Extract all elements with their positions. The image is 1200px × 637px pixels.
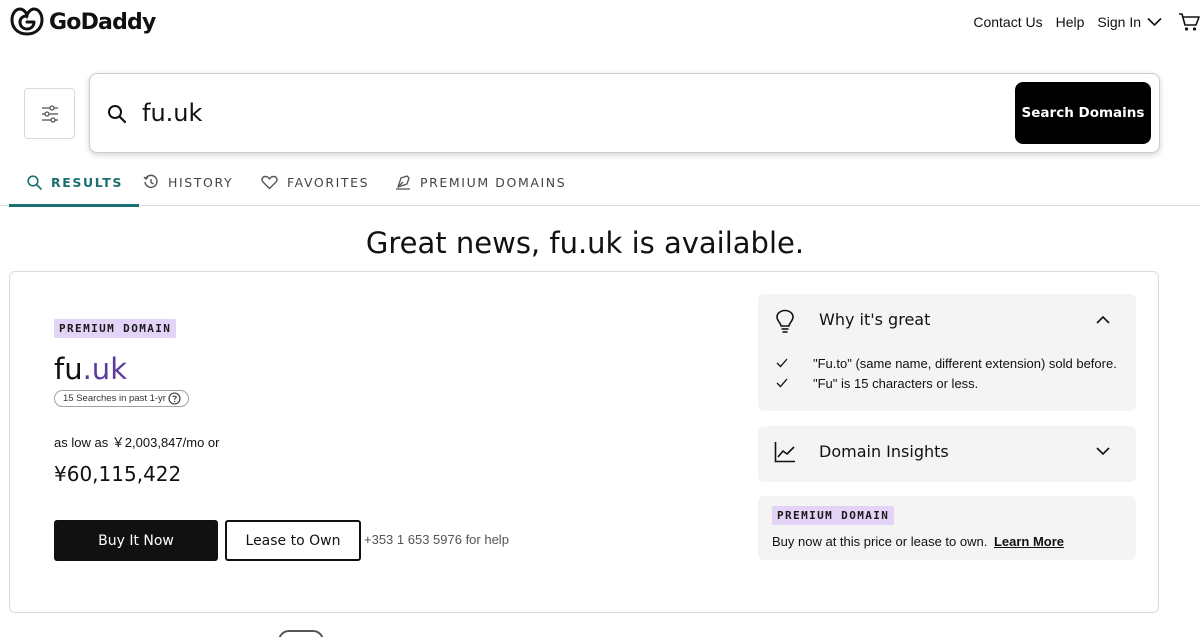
chevron-down-icon[interactable] bbox=[1096, 447, 1110, 456]
buy-it-now-button[interactable]: Buy It Now bbox=[54, 520, 218, 561]
domain-sld: fu bbox=[54, 352, 83, 386]
why-its-great-title: Why it's great bbox=[819, 310, 931, 329]
reason-text: "Fu" is 15 characters or less. bbox=[813, 376, 979, 391]
chevron-up-icon[interactable] bbox=[1096, 315, 1110, 324]
search-icon bbox=[27, 174, 42, 190]
domain-tld: .uk bbox=[82, 352, 127, 386]
toggle-switch[interactable] bbox=[278, 630, 324, 637]
heart-icon bbox=[261, 175, 278, 189]
sign-in-menu[interactable]: Sign In bbox=[1097, 14, 1162, 30]
premium-pen-icon bbox=[396, 175, 410, 190]
premium-domain-badge: PREMIUM DOMAIN bbox=[54, 319, 177, 338]
domain-search-box: Search Domains bbox=[89, 73, 1160, 153]
brand-name: GoDaddy bbox=[49, 9, 156, 35]
search-count-text: 15 Searches in past 1-yr bbox=[63, 393, 166, 404]
help-link[interactable]: Help bbox=[1056, 14, 1085, 30]
sliders-icon bbox=[41, 104, 58, 123]
premium-info-copy: Buy now at this price or lease to own. bbox=[772, 534, 988, 549]
domain-price: ¥60,115,422 bbox=[54, 462, 182, 486]
godaddy-logo[interactable]: GoDaddy bbox=[10, 6, 156, 38]
reason-item: "Fu" is 15 characters or less. bbox=[776, 376, 978, 391]
checkmark-icon bbox=[776, 376, 796, 391]
filter-button[interactable] bbox=[24, 88, 75, 139]
availability-headline: Great news, fu.uk is available. bbox=[365, 226, 805, 260]
help-phone-text: +353 1 653 5976 for help bbox=[364, 532, 509, 547]
tab-results[interactable]: RESULTS bbox=[9, 158, 139, 207]
domain-result-card: PREMIUM DOMAIN fu.uk 15 Searches in past… bbox=[9, 271, 1159, 613]
tab-history[interactable]: HISTORY bbox=[143, 158, 233, 206]
tab-results-label: RESULTS bbox=[51, 174, 123, 190]
checkmark-icon bbox=[776, 356, 796, 371]
results-tabs: RESULTS HISTORY FAVORITES PREMIUM DOMAIN… bbox=[0, 158, 1200, 207]
tab-favorites-label: FAVORITES bbox=[287, 174, 370, 190]
tab-premium-domains[interactable]: PREMIUM DOMAINS bbox=[395, 158, 566, 206]
domain-insights-title: Domain Insights bbox=[819, 442, 949, 461]
line-chart-icon bbox=[774, 442, 795, 463]
tab-history-label: HISTORY bbox=[168, 174, 234, 190]
sign-in-label: Sign In bbox=[1097, 14, 1141, 30]
lease-to-own-button[interactable]: Lease to Own bbox=[225, 520, 361, 561]
tab-favorites[interactable]: FAVORITES bbox=[261, 158, 369, 206]
godaddy-logo-icon bbox=[10, 7, 44, 36]
cart-button[interactable] bbox=[1178, 11, 1200, 33]
monthly-price-text: as low as ￥2,003,847/mo or bbox=[54, 435, 220, 450]
learn-more-link[interactable]: Learn More bbox=[994, 534, 1064, 549]
premium-domain-badge: PREMIUM DOMAIN bbox=[772, 506, 895, 525]
domain-name: fu.uk bbox=[54, 352, 127, 386]
search-icon bbox=[108, 105, 127, 124]
why-its-great-panel: Why it's great "Fu.to" (same name, diffe… bbox=[758, 294, 1136, 411]
chevron-down-icon bbox=[1147, 17, 1162, 27]
premium-info-text: Buy now at this price or lease to own. L… bbox=[772, 534, 1064, 549]
search-count-pill: 15 Searches in past 1-yr bbox=[54, 390, 189, 407]
help-circle-icon[interactable] bbox=[168, 392, 181, 405]
tab-premium-domains-label: PREMIUM DOMAINS bbox=[420, 174, 567, 190]
reason-text: "Fu.to" (same name, different extension)… bbox=[813, 356, 1117, 371]
reason-item: "Fu.to" (same name, different extension)… bbox=[776, 356, 1117, 371]
top-nav: Contact Us Help Sign In bbox=[973, 11, 1200, 33]
domain-search-input[interactable] bbox=[142, 96, 1002, 130]
contact-us-link[interactable]: Contact Us bbox=[973, 14, 1042, 30]
lightbulb-icon bbox=[776, 309, 794, 333]
premium-info-panel: PREMIUM DOMAIN Buy now at this price or … bbox=[758, 496, 1136, 560]
search-domains-button[interactable]: Search Domains bbox=[1015, 82, 1151, 144]
history-icon bbox=[143, 174, 158, 188]
domain-insights-panel[interactable]: Domain Insights bbox=[758, 426, 1136, 482]
cart-icon bbox=[1179, 13, 1200, 31]
